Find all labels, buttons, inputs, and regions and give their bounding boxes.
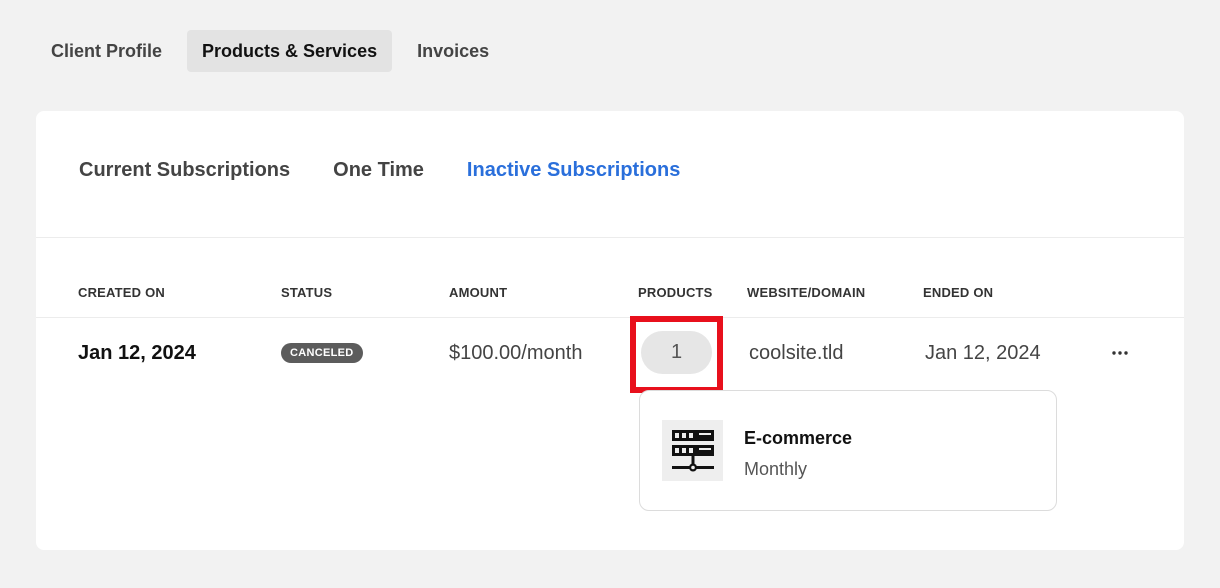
- product-popup: E-commerce Monthly: [639, 390, 1057, 511]
- tab-products-services[interactable]: Products & Services: [187, 30, 393, 72]
- product-name: E-commerce: [744, 428, 853, 448]
- products-count-button[interactable]: 1: [641, 331, 712, 374]
- header-website-domain: WEBSITE/DOMAIN: [747, 285, 866, 300]
- status-cell: CANCELED: [281, 318, 363, 388]
- tab-current-subscriptions[interactable]: Current Subscriptions: [79, 159, 290, 182]
- product-billing: Monthly: [744, 459, 808, 479]
- ended-on-value: Jan 12, 2024: [925, 341, 1041, 364]
- header-products: PRODUCTS: [638, 285, 713, 300]
- amount-value: $100.00/month: [449, 341, 583, 364]
- subscriptions-card: Current Subscriptions One Time Inactive …: [36, 111, 1184, 550]
- ellipsis-icon[interactable]: [1106, 333, 1134, 373]
- header-ended-on: ENDED ON: [923, 285, 994, 300]
- tab-client-profile[interactable]: Client Profile: [36, 30, 177, 72]
- domain-value: coolsite.tld: [749, 341, 844, 364]
- tabs-divider: [36, 237, 1184, 238]
- status-badge: CANCELED: [281, 343, 363, 363]
- subscription-tabs: Current Subscriptions One Time Inactive …: [79, 159, 680, 182]
- tab-inactive-subscriptions[interactable]: Inactive Subscriptions: [467, 159, 680, 182]
- tab-one-time[interactable]: One Time: [333, 159, 424, 182]
- header-created-on: CREATED ON: [78, 285, 165, 300]
- table-row: Jan 12, 2024 CANCELED $100.00/month cool…: [36, 318, 1184, 388]
- server-icon: [662, 420, 723, 481]
- table-header: CREATED ON STATUS AMOUNT PRODUCTS WEBSIT…: [36, 285, 1184, 305]
- tab-invoices[interactable]: Invoices: [402, 30, 504, 72]
- created-on-value: Jan 12, 2024: [78, 341, 196, 364]
- header-status: STATUS: [281, 285, 333, 300]
- top-tabs: Client Profile Products & Services Invoi…: [36, 30, 504, 72]
- header-amount: AMOUNT: [449, 285, 508, 300]
